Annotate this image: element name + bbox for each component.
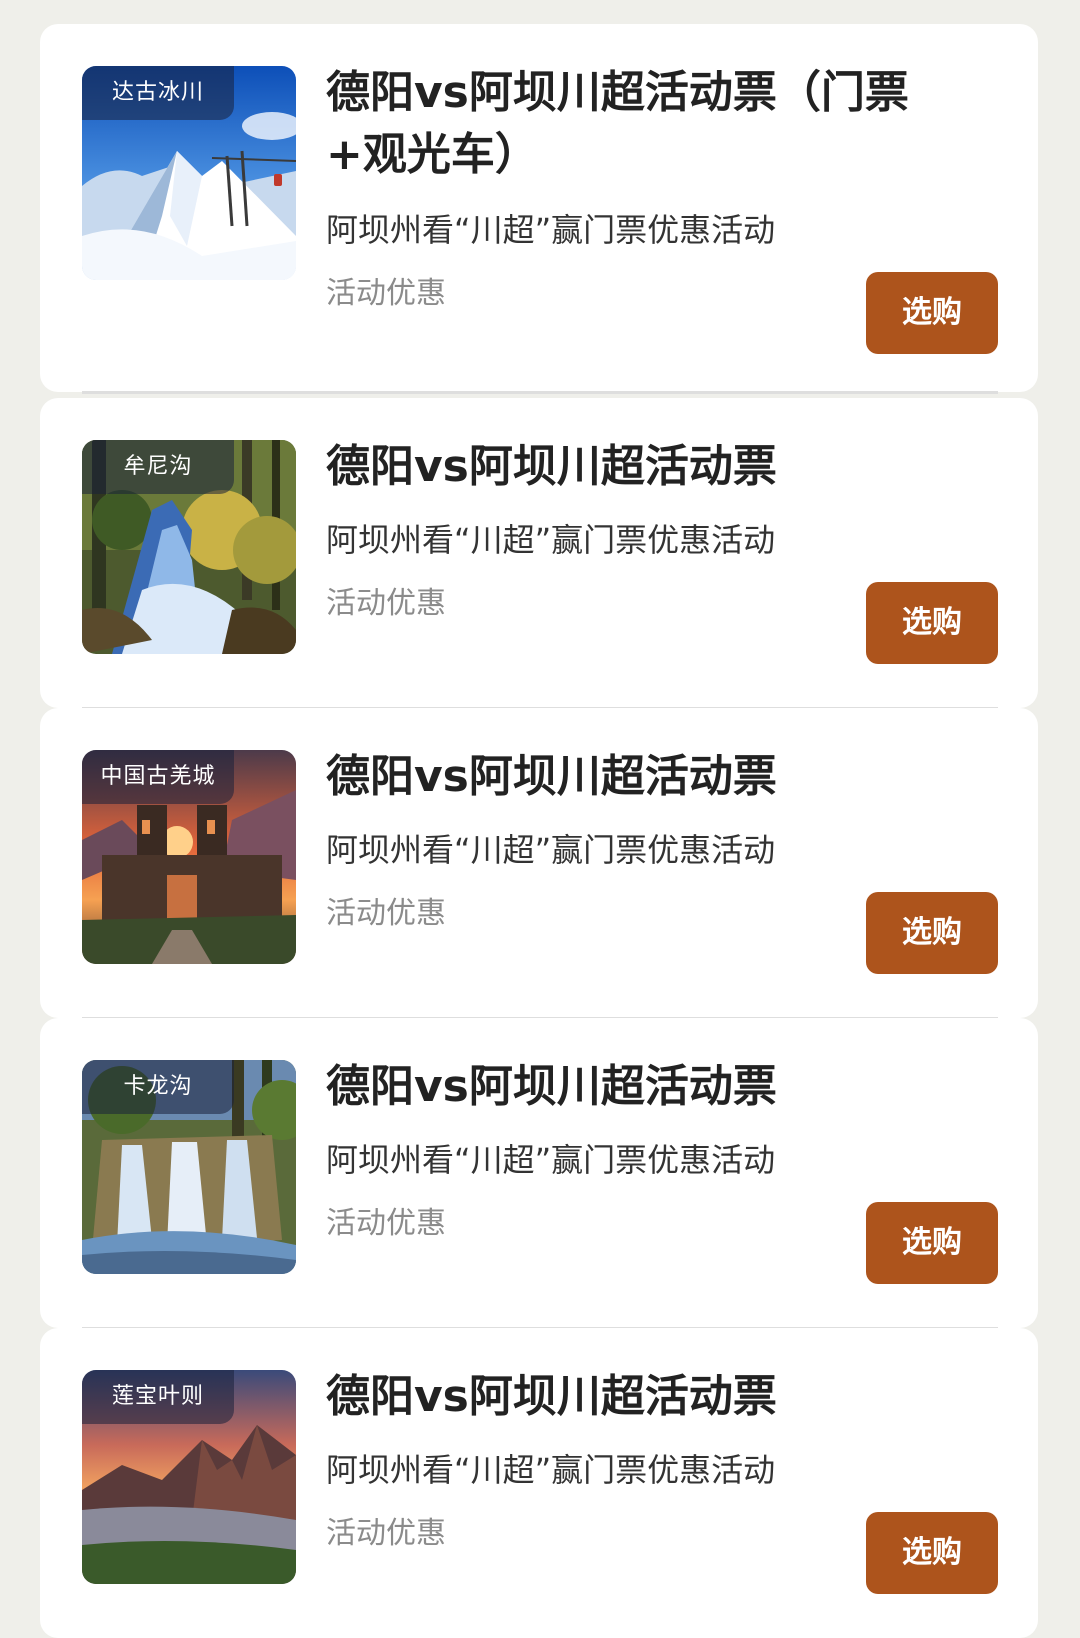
promo-tag: 活动优惠	[326, 1516, 446, 1551]
buy-button[interactable]: 选购	[866, 1202, 998, 1284]
ticket-title[interactable]: 德阳vs阿坝川超活动票	[326, 1366, 986, 1428]
thumbnail-label: 达古冰川	[82, 66, 234, 120]
thumbnail-label: 卡龙沟	[82, 1060, 234, 1114]
ticket-subtitle: 阿坝州看“川超”赢门票优惠活动	[326, 831, 776, 869]
buy-button[interactable]: 选购	[866, 272, 998, 354]
scenic-thumbnail[interactable]: 莲宝叶则	[82, 1370, 296, 1584]
buy-button[interactable]: 选购	[866, 1512, 998, 1594]
promo-tag: 活动优惠	[326, 586, 446, 621]
buy-button[interactable]: 选购	[866, 582, 998, 664]
promo-tag: 活动优惠	[326, 1206, 446, 1241]
ticket-title[interactable]: 德阳vs阿坝川超活动票（门票+观光车）	[326, 62, 986, 186]
ticket-card[interactable]: 达古冰川 德阳vs阿坝川超活动票（门票+观光车） 阿坝州看“川超”赢门票优惠活动…	[40, 24, 1038, 394]
promo-tag: 活动优惠	[326, 896, 446, 931]
ticket-subtitle: 阿坝州看“川超”赢门票优惠活动	[326, 211, 776, 249]
card-divider	[82, 391, 998, 394]
scenic-thumbnail[interactable]: 达古冰川	[82, 66, 296, 280]
scenic-thumbnail[interactable]: 牟尼沟	[82, 440, 296, 654]
ticket-title[interactable]: 德阳vs阿坝川超活动票	[326, 746, 986, 808]
thumbnail-label: 莲宝叶则	[82, 1370, 234, 1424]
ticket-title[interactable]: 德阳vs阿坝川超活动票	[326, 436, 986, 498]
ticket-card[interactable]: 中国古羌城 德阳vs阿坝川超活动票 阿坝州看“川超”赢门票优惠活动 活动优惠 选…	[40, 708, 1038, 1020]
promo-tag: 活动优惠	[326, 276, 446, 311]
buy-button[interactable]: 选购	[866, 892, 998, 974]
ticket-card[interactable]: 牟尼沟 德阳vs阿坝川超活动票 阿坝州看“川超”赢门票优惠活动 活动优惠 选购	[40, 398, 1038, 710]
ticket-subtitle: 阿坝州看“川超”赢门票优惠活动	[326, 521, 776, 559]
ticket-title[interactable]: 德阳vs阿坝川超活动票	[326, 1056, 986, 1118]
scenic-thumbnail[interactable]: 中国古羌城	[82, 750, 296, 964]
thumbnail-label: 牟尼沟	[82, 440, 234, 494]
ticket-subtitle: 阿坝州看“川超”赢门票优惠活动	[326, 1141, 776, 1179]
ticket-card[interactable]: 莲宝叶则 德阳vs阿坝川超活动票 阿坝州看“川超”赢门票优惠活动 活动优惠 选购	[40, 1328, 1038, 1638]
thumbnail-label: 中国古羌城	[82, 750, 234, 804]
ticket-subtitle: 阿坝州看“川超”赢门票优惠活动	[326, 1451, 776, 1489]
scenic-thumbnail[interactable]: 卡龙沟	[82, 1060, 296, 1274]
ticket-card[interactable]: 卡龙沟 德阳vs阿坝川超活动票 阿坝州看“川超”赢门票优惠活动 活动优惠 选购	[40, 1018, 1038, 1330]
